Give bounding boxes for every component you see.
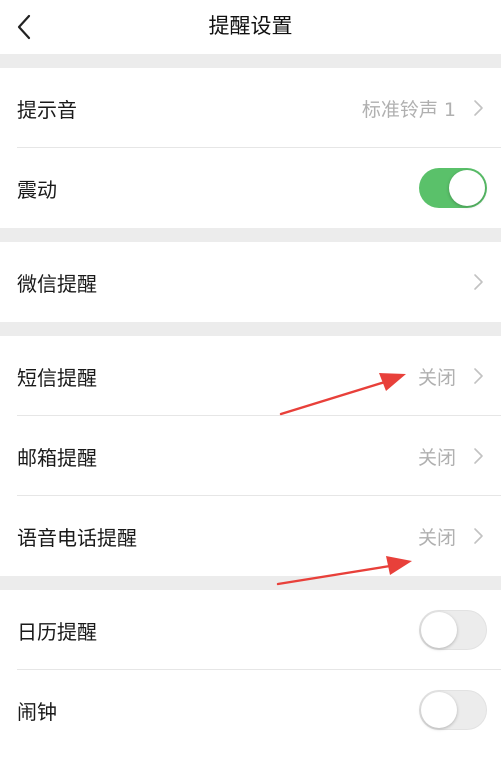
chevron-right-icon [474,448,483,464]
sms-reminder-value: 关闭 [417,366,456,389]
nav-bar: 提醒设置 [0,0,501,54]
chevron-right-icon [474,368,483,384]
vibrate-toggle[interactable] [419,168,487,208]
alarm-row: 闹钟 [0,670,501,750]
wechat-reminder-label: 微信提醒 [17,271,97,296]
reminder-settings-page: 提醒设置 提示音 标准铃声 1 震动 微信提醒 短信提醒 关闭 邮箱提醒 关闭 [0,0,501,780]
mail-reminder-label: 邮箱提醒 [17,445,97,470]
page-title: 提醒设置 [208,14,293,38]
alarm-toggle[interactable] [419,690,487,730]
chevron-right-icon [474,100,483,116]
vibrate-label: 震动 [17,177,57,202]
ringtone-value: 标准铃声 1 [361,98,456,121]
wechat-reminder-row[interactable]: 微信提醒 [0,242,501,322]
ringtone-label: 提示音 [17,97,77,122]
calendar-reminder-row: 日历提醒 [0,590,501,670]
alarm-label: 闹钟 [17,699,57,724]
section-gap [0,576,501,590]
section-gap [0,228,501,242]
section-gap [0,322,501,336]
sms-reminder-row[interactable]: 短信提醒 关闭 [0,336,501,416]
calendar-reminder-label: 日历提醒 [17,619,97,644]
toggle-knob [421,692,457,728]
section-gap [0,54,501,68]
voice-call-reminder-row[interactable]: 语音电话提醒 关闭 [0,496,501,576]
toggle-knob [449,170,485,206]
voice-call-reminder-value: 关闭 [417,526,456,549]
calendar-reminder-toggle[interactable] [419,610,487,650]
mail-reminder-value: 关闭 [417,446,456,469]
chevron-right-icon [474,274,483,290]
sms-reminder-label: 短信提醒 [17,365,97,390]
mail-reminder-row[interactable]: 邮箱提醒 关闭 [0,416,501,496]
chevron-right-icon [474,528,483,544]
toggle-knob [421,612,457,648]
ringtone-row[interactable]: 提示音 标准铃声 1 [0,68,501,148]
vibrate-row: 震动 [0,148,501,228]
voice-call-reminder-label: 语音电话提醒 [17,525,137,550]
